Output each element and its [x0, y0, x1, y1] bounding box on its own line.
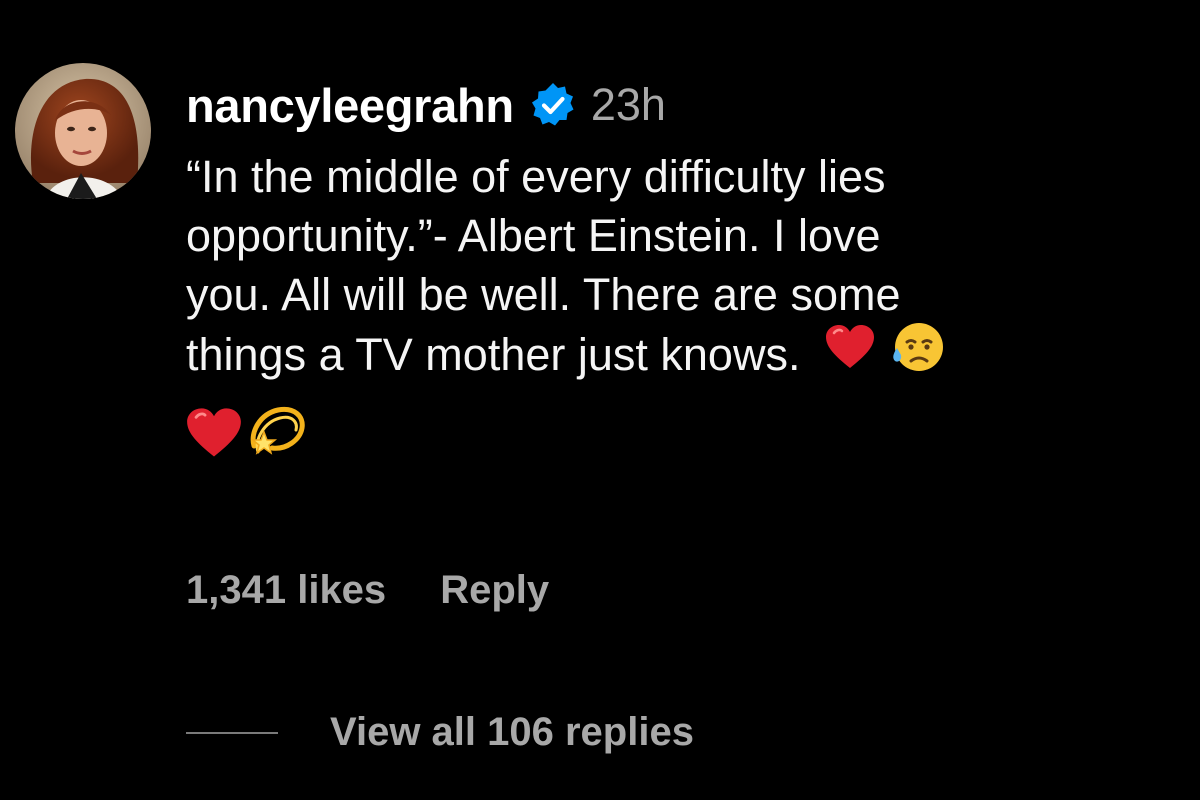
username-link[interactable]: nancyleegrahn [186, 78, 514, 133]
replies-divider [186, 731, 278, 734]
likes-count-link[interactable]: 1,341 likes [186, 568, 386, 613]
view-replies-button[interactable]: View all 106 replies [186, 710, 694, 755]
comment-actions: 1,341 likes Reply [186, 568, 549, 613]
red-heart-icon [825, 324, 875, 384]
comment-text-line-with-emoji: things a TV mother just knows. [186, 323, 1176, 392]
dizzy-star-icon [244, 402, 306, 469]
verified-badge-icon [529, 81, 577, 129]
comment-header: nancyleegrahn 23h [186, 72, 1186, 138]
comment-text-line: you. All will be well. There are some [186, 269, 901, 320]
comment: nancyleegrahn 23h “In the middle of ever… [0, 0, 1200, 800]
reply-button[interactable]: Reply [440, 568, 549, 613]
comment-text-line: opportunity.”- Albert Einstein. I love [186, 210, 881, 261]
emoji-line [186, 404, 1186, 466]
red-heart-icon [186, 407, 242, 464]
avatar[interactable] [15, 63, 151, 199]
comment-text-line: things a TV mother just knows. [186, 328, 801, 380]
comment-timestamp[interactable]: 23h [591, 79, 666, 131]
view-replies-label: View all 106 replies [330, 710, 694, 754]
comment-text: “In the middle of every difficulty lies … [186, 147, 1176, 392]
comment-text-line: “In the middle of every difficulty lies [186, 151, 886, 202]
sad-relieved-face-icon [889, 320, 945, 388]
comment-body: nancyleegrahn 23h “In the middle of ever… [186, 72, 1186, 466]
